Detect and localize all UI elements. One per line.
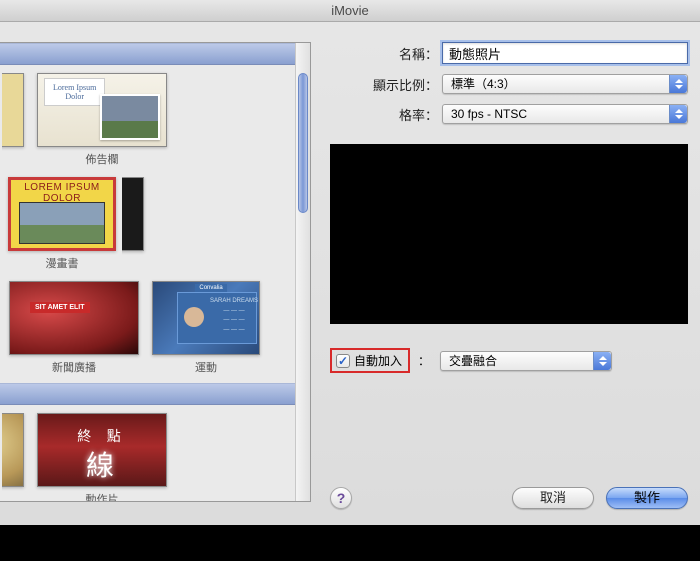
help-button[interactable]: ?	[330, 487, 352, 509]
create-button[interactable]: 製作	[606, 487, 688, 509]
fps-value: 30 fps - NTSC	[451, 107, 527, 121]
template-bulletin[interactable]: 佈告欄	[30, 73, 174, 169]
chevron-updown-icon	[669, 75, 687, 93]
template-thumb	[9, 281, 139, 355]
section-header	[0, 43, 295, 65]
fps-select[interactable]: 30 fps - NTSC	[442, 104, 688, 124]
template-thumb	[37, 73, 167, 147]
dialog-footer: ? 取消 製作	[330, 487, 688, 509]
template-section-1: 佈告欄 漫畫書 新聞廣播	[0, 43, 295, 383]
preview-area	[330, 144, 688, 324]
template-thumb	[2, 413, 24, 487]
aspect-value: 標準（4:3）	[451, 77, 516, 91]
chevron-updown-icon	[593, 352, 611, 370]
section-header	[0, 383, 295, 405]
template-label: 漫畫書	[2, 255, 122, 271]
template-news[interactable]: 新聞廣播	[2, 281, 146, 375]
template-thumb: 終 點 線	[37, 413, 167, 487]
aspect-select[interactable]: 標準（4:3）	[442, 74, 688, 94]
name-row: 名稱：	[330, 42, 688, 64]
auto-add-highlight: 自動加入	[330, 348, 410, 373]
fps-row: 格率： 30 fps - NTSC	[330, 104, 688, 124]
fps-label: 格率：	[330, 105, 442, 124]
template-adventure[interactable]	[2, 413, 30, 501]
template-action[interactable]: 終 點 線 動作片	[30, 413, 174, 501]
aspect-label: 顯示比例：	[330, 75, 442, 94]
template-label: 運動	[146, 359, 266, 375]
template-thumb	[8, 177, 116, 251]
auto-add-label: 自動加入	[354, 352, 402, 369]
template-film[interactable]	[122, 177, 150, 273]
template-label: 動作片	[30, 491, 174, 501]
transition-value: 交疊融合	[449, 354, 497, 368]
template-label: 新聞廣播	[2, 359, 146, 375]
cancel-button[interactable]: 取消	[512, 487, 594, 509]
settings-area: 名稱： 顯示比例： 標準（4:3） 格率： 30 fps - NTSC	[330, 42, 688, 525]
thumb-text: 線	[38, 444, 166, 484]
name-label: 名稱：	[330, 44, 442, 63]
template-thumb	[2, 73, 24, 147]
thumb-text: 終 點	[38, 426, 166, 446]
window-title: iMovie	[0, 0, 700, 22]
aspect-row: 顯示比例： 標準（4:3）	[330, 74, 688, 94]
transition-select[interactable]: 交疊融合	[440, 351, 612, 371]
template-thumb: Convalia	[152, 281, 260, 355]
template-section-2: 終 點 線 動作片 紐約 女子 天團 友誼	[0, 383, 295, 501]
template-item[interactable]	[2, 73, 30, 169]
template-thumb	[122, 177, 144, 251]
scrollbar-thumb[interactable]	[298, 73, 308, 213]
templates-scroll[interactable]: 佈告欄 漫畫書 新聞廣播	[0, 43, 295, 501]
auto-add-colon: ：	[418, 352, 430, 369]
chevron-updown-icon	[669, 105, 687, 123]
dialog-window: iMovie 佈告欄	[0, 0, 700, 525]
templates-panel: 佈告欄 漫畫書 新聞廣播	[0, 42, 311, 502]
name-input[interactable]	[442, 42, 688, 64]
templates-scrollbar[interactable]	[295, 43, 310, 501]
auto-add-row: 自動加入 ： 交疊融合	[330, 348, 688, 373]
dialog-body: 佈告欄 漫畫書 新聞廣播	[0, 22, 700, 525]
auto-add-checkbox[interactable]	[336, 354, 350, 368]
template-sport[interactable]: Convalia 運動	[146, 281, 266, 375]
template-comic[interactable]: 漫畫書	[2, 177, 122, 273]
template-label: 佈告欄	[30, 151, 174, 167]
